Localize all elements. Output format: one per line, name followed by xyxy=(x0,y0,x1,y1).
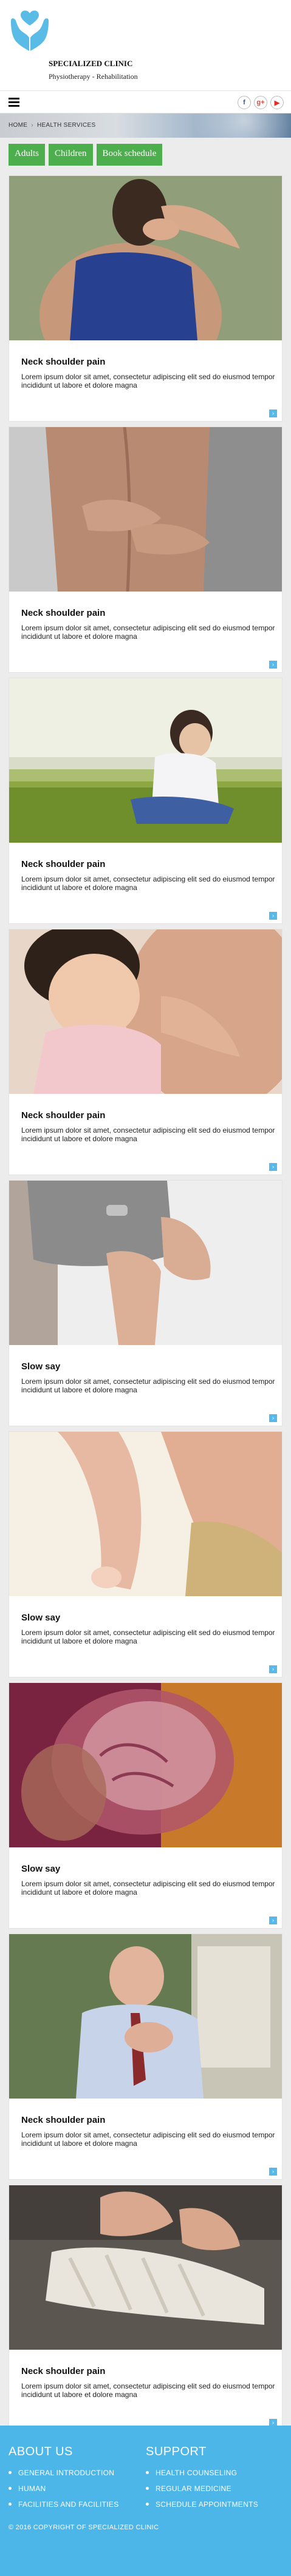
service-description: Lorem ipsum dolor sit amet, consectetur … xyxy=(21,1628,275,1645)
site-footer: ABOUT US GENERAL INTRODUCTION HUMAN FACI… xyxy=(0,2426,291,2576)
service-description: Lorem ipsum dolor sit amet, consectetur … xyxy=(21,875,275,892)
service-list: Neck shoulder pain Lorem ipsum dolor sit… xyxy=(0,175,291,2431)
more-arrow-icon[interactable]: › xyxy=(269,410,277,417)
more-arrow-icon[interactable]: › xyxy=(269,912,277,920)
breadcrumb: HOME › HEALTH SERVICES xyxy=(9,122,95,129)
service-description: Lorem ipsum dolor sit amet, consectetur … xyxy=(21,624,275,641)
social-links: f g+ ▶ xyxy=(238,96,284,109)
service-title[interactable]: Slow say xyxy=(21,1613,60,1623)
service-description: Lorem ipsum dolor sit amet, consectetur … xyxy=(21,2382,275,2399)
service-image-man-chest-pain[interactable] xyxy=(9,1934,282,2099)
service-card[interactable]: Slow say Lorem ipsum dolor sit amet, con… xyxy=(9,1180,282,1426)
service-title[interactable]: Neck shoulder pain xyxy=(21,608,105,618)
service-card[interactable]: Slow say Lorem ipsum dolor sit amet, con… xyxy=(9,1682,282,1929)
footer-link-health-counseling[interactable]: HEALTH COUNSELING xyxy=(146,2469,258,2477)
service-image-woman-neck-pain[interactable] xyxy=(9,176,282,388)
footer-link-regular-medicine[interactable]: REGULAR MEDICINE xyxy=(146,2484,258,2493)
hamburger-icon[interactable] xyxy=(9,98,19,107)
service-image-mother-and-child[interactable] xyxy=(9,929,282,1111)
service-title[interactable]: Neck shoulder pain xyxy=(21,357,105,367)
service-image-child-on-grass[interactable] xyxy=(9,678,282,843)
site-header: SPECIALIZED CLINIC Physiotherapy - Rehab… xyxy=(0,0,291,90)
footer-about: ABOUT US GENERAL INTRODUCTION HUMAN FACI… xyxy=(9,2445,119,2516)
page: SPECIALIZED CLINIC Physiotherapy - Rehab… xyxy=(0,0,291,2576)
more-arrow-icon[interactable]: › xyxy=(269,661,277,669)
google-plus-icon[interactable]: g+ xyxy=(254,96,267,109)
service-title[interactable]: Neck shoulder pain xyxy=(21,2366,105,2376)
footer-about-title: ABOUT US xyxy=(9,2445,73,2458)
breadcrumb-separator: › xyxy=(31,122,33,129)
footer-link-schedule-appointments[interactable]: SCHEDULE APPOINTMENTS xyxy=(146,2500,258,2509)
tab-children[interactable]: Children xyxy=(49,144,93,166)
service-description: Lorem ipsum dolor sit amet, consectetur … xyxy=(21,1377,275,1394)
service-image-knee-pain[interactable] xyxy=(9,1181,282,1345)
facebook-icon[interactable]: f xyxy=(238,96,251,109)
service-card[interactable]: Neck shoulder pain Lorem ipsum dolor sit… xyxy=(9,678,282,924)
clinic-tagline: Physiotherapy - Rehabilitation xyxy=(49,72,138,81)
service-image-bandaged-foot[interactable] xyxy=(9,2185,282,2350)
service-description: Lorem ipsum dolor sit amet, consectetur … xyxy=(21,1126,275,1143)
more-arrow-icon[interactable]: › xyxy=(269,1414,277,1422)
service-card[interactable]: Neck shoulder pain Lorem ipsum dolor sit… xyxy=(9,929,282,1175)
more-arrow-icon[interactable]: › xyxy=(269,1665,277,1673)
service-card[interactable]: Neck shoulder pain Lorem ipsum dolor sit… xyxy=(9,175,282,422)
service-description: Lorem ipsum dolor sit amet, consectetur … xyxy=(21,1880,275,1897)
service-image-back-pain[interactable] xyxy=(9,427,282,592)
service-card[interactable]: Neck shoulder pain Lorem ipsum dolor sit… xyxy=(9,427,282,673)
navbar: f g+ ▶ xyxy=(0,90,291,113)
hands-heart-icon[interactable] xyxy=(9,7,51,52)
footer-link-facilities[interactable]: FACILITIES AND FACILITIES xyxy=(9,2500,119,2509)
footer-link-general-introduction[interactable]: GENERAL INTRODUCTION xyxy=(9,2469,119,2477)
service-title[interactable]: Slow say xyxy=(21,1361,60,1372)
more-arrow-icon[interactable]: › xyxy=(269,1917,277,1924)
breadcrumb-home[interactable]: HOME xyxy=(9,122,27,129)
breadcrumb-current: HEALTH SERVICES xyxy=(37,122,96,129)
service-title[interactable]: Neck shoulder pain xyxy=(21,2115,105,2125)
service-tabs: Adults Children Book schedule xyxy=(0,138,291,175)
service-description: Lorem ipsum dolor sit amet, consectetur … xyxy=(21,373,275,389)
tab-adults[interactable]: Adults xyxy=(9,144,46,166)
footer-support: SUPPORT HEALTH COUNSELING REGULAR MEDICI… xyxy=(146,2445,258,2516)
service-title[interactable]: Slow say xyxy=(21,1864,60,1874)
page-banner: HOME › HEALTH SERVICES xyxy=(0,113,291,138)
service-image-headache-brain[interactable] xyxy=(9,1683,282,1847)
service-description: Lorem ipsum dolor sit amet, consectetur … xyxy=(21,2131,275,2148)
more-arrow-icon[interactable]: › xyxy=(269,2168,277,2176)
service-card[interactable]: Slow say Lorem ipsum dolor sit amet, con… xyxy=(9,1431,282,1677)
clinic-name: SPECIALIZED CLINIC xyxy=(49,59,133,68)
tab-book-schedule[interactable]: Book schedule xyxy=(96,144,163,166)
copyright: © 2016 COPYRIGHT OF SPECIALIZED CLINIC xyxy=(9,2524,159,2531)
service-image-foot-heel-pain[interactable] xyxy=(9,1432,282,1596)
service-card[interactable]: Neck shoulder pain Lorem ipsum dolor sit… xyxy=(9,1934,282,2180)
service-title[interactable]: Neck shoulder pain xyxy=(21,859,105,869)
footer-support-title: SUPPORT xyxy=(146,2445,207,2458)
service-title[interactable]: Neck shoulder pain xyxy=(21,1110,105,1121)
youtube-icon[interactable]: ▶ xyxy=(270,96,284,109)
service-card[interactable]: Neck shoulder pain Lorem ipsum dolor sit… xyxy=(9,2185,282,2431)
footer-link-human[interactable]: HUMAN xyxy=(9,2484,119,2493)
more-arrow-icon[interactable]: › xyxy=(269,1163,277,1171)
